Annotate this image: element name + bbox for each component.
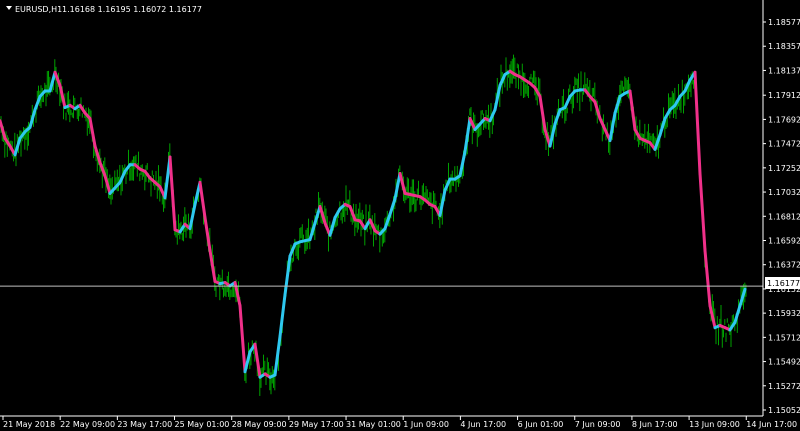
- price-tick-label: 1.18577: [768, 18, 800, 27]
- time-tick-label: 21 May 2018: [3, 420, 55, 429]
- time-tick-label: 31 May 01:00: [346, 420, 401, 429]
- current-price-label: 1.16177: [767, 279, 800, 288]
- price-tick-label: 1.17692: [768, 115, 800, 124]
- time-tick-label: 22 May 09:00: [60, 420, 115, 429]
- price-chart[interactable]: EURUSD,H1 1.16168 1.16195 1.16072 1.1617…: [0, 0, 800, 431]
- price-tick-label: 1.18357: [768, 42, 800, 51]
- time-tick-label: 4 Jun 17:00: [460, 420, 506, 429]
- price-tick-label: 1.17472: [768, 140, 800, 149]
- time-tick-label: 14 Jun 17:00: [746, 420, 797, 429]
- price-tick-label: 1.17032: [768, 188, 800, 197]
- price-tick-label: 1.15052: [768, 406, 800, 415]
- price-tick-label: 1.15712: [768, 333, 800, 342]
- time-tick-label: 7 Jun 09:00: [575, 420, 621, 429]
- chart-background: [0, 0, 800, 431]
- price-tick-label: 1.16372: [768, 261, 800, 270]
- price-tick-label: 1.16592: [768, 236, 800, 245]
- price-tick-label: 1.17912: [768, 91, 800, 100]
- price-tick-label: 1.15272: [768, 382, 800, 391]
- price-tick-label: 1.15492: [768, 358, 800, 367]
- time-tick-label: 25 May 01:00: [175, 420, 230, 429]
- price-tick-label: 1.18137: [768, 66, 800, 75]
- time-tick-label: 13 Jun 09:00: [689, 420, 740, 429]
- time-tick-label: 8 Jun 17:00: [632, 420, 678, 429]
- symbol-label: EURUSD,H1: [15, 5, 62, 14]
- price-tick-label: 1.17252: [768, 164, 800, 173]
- price-tick-label: 1.16812: [768, 212, 800, 221]
- ohlc-values: 1.16168 1.16195 1.16072 1.16177: [62, 5, 202, 14]
- time-tick-label: 6 Jun 01:00: [518, 420, 564, 429]
- time-tick-label: 28 May 09:00: [232, 420, 287, 429]
- time-tick-label: 29 May 17:00: [289, 420, 344, 429]
- time-tick-label: 1 Jun 09:00: [403, 420, 449, 429]
- time-tick-label: 23 May 17:00: [117, 420, 172, 429]
- price-tick-label: 1.15932: [768, 309, 800, 318]
